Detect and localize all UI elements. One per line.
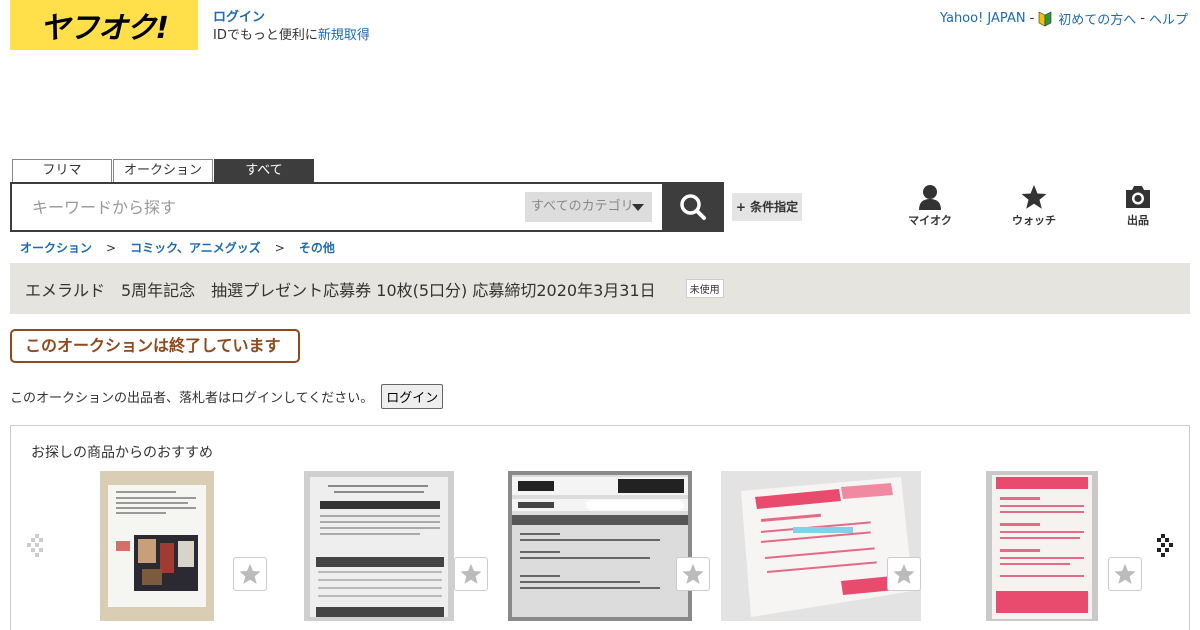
watch-star-button[interactable] <box>454 557 488 591</box>
login-link[interactable]: ログイン <box>213 10 265 25</box>
user-icon <box>919 185 941 210</box>
recommendation-title: お探しの商品からのおすすめ <box>31 445 213 461</box>
search-box: すべてのカテゴリ <box>10 182 664 232</box>
myauc-label: マイオク <box>908 214 952 227</box>
search-conditions-button[interactable]: + 条件指定 <box>732 193 802 221</box>
top-link-separator: - <box>1029 11 1035 26</box>
star-icon <box>682 563 704 584</box>
auction-ended-label: このオークションは終了しています <box>10 329 300 363</box>
login-area: ログイン IDでもっと便利に新規取得 <box>213 9 370 45</box>
star-icon <box>1114 563 1136 584</box>
recommendation-panel: お探しの商品からのおすすめ <box>10 425 1190 630</box>
yahuoku-logo[interactable]: ヤフオク! <box>10 0 198 50</box>
chevron-down-icon <box>632 204 644 211</box>
watch-star-button[interactable] <box>887 557 921 591</box>
breadcrumb-comic-anime-goods[interactable]: コミック、アニメグッズ <box>130 239 261 256</box>
carousel-next-icon[interactable] <box>1155 533 1175 559</box>
search-input[interactable] <box>12 184 522 230</box>
breadcrumb-other[interactable]: その他 <box>299 239 335 256</box>
watch-button[interactable]: ウォッチ <box>1004 184 1064 228</box>
sell-button[interactable]: 出品 <box>1108 184 1168 228</box>
beginner-mark-icon <box>1038 11 1052 26</box>
tab-all[interactable]: すべて <box>214 159 314 183</box>
search-tabs: フリマ オークション すべて <box>12 159 315 183</box>
watch-label: ウォッチ <box>1012 214 1056 227</box>
star-icon <box>893 563 915 584</box>
breadcrumb: オークション > コミック、アニメグッズ > その他 <box>20 239 335 256</box>
tab-auction[interactable]: オークション <box>113 159 213 183</box>
search-button[interactable] <box>662 182 724 232</box>
camera-icon <box>1126 186 1150 208</box>
item-thumbnail[interactable] <box>304 471 454 621</box>
login-notice: このオークションの出品者、落札者はログインしてください。 ログイン <box>10 384 444 409</box>
item-thumbnail[interactable] <box>100 471 214 621</box>
login-button[interactable]: ログイン <box>381 384 444 409</box>
tab-flima[interactable]: フリマ <box>12 159 112 183</box>
breadcrumb-separator: > <box>106 240 117 255</box>
help-link[interactable]: ヘルプ <box>1149 9 1188 28</box>
carousel-prev-icon[interactable] <box>25 533 45 559</box>
condition-badge: 未使用 <box>685 279 724 298</box>
top-links: Yahoo! JAPAN - 初めての方へ - ヘルプ <box>940 9 1188 28</box>
watch-star-button[interactable] <box>233 557 267 591</box>
breadcrumb-separator: > <box>274 240 285 255</box>
sell-label: 出品 <box>1127 214 1149 227</box>
breadcrumb-auction[interactable]: オークション <box>20 239 92 256</box>
login-notice-text: このオークションの出品者、落札者はログインしてください。 <box>10 391 374 406</box>
item-title: エメラルド 5周年記念 抽選プレゼント応募券 10枚(5口分) 応募締切2020… <box>25 280 656 300</box>
category-select[interactable]: すべてのカテゴリ <box>525 192 652 222</box>
category-select-value: すべてのカテゴリ <box>531 199 634 214</box>
star-icon <box>460 563 482 584</box>
top-link-separator: - <box>1140 11 1145 26</box>
watch-star-button[interactable] <box>1108 557 1142 591</box>
star-icon <box>239 563 261 584</box>
login-sub-text: IDでもっと便利に <box>213 28 318 43</box>
watch-star-button[interactable] <box>676 557 710 591</box>
item-thumbnail[interactable] <box>986 471 1098 621</box>
yahoo-japan-link[interactable]: Yahoo! JAPAN <box>940 11 1026 26</box>
star-icon <box>1021 185 1047 209</box>
item-thumbnail[interactable] <box>721 471 921 621</box>
beginner-link[interactable]: 初めての方へ <box>1058 9 1136 28</box>
register-link[interactable]: 新規取得 <box>318 28 370 43</box>
search-icon <box>680 194 706 220</box>
logo-text: ヤフオク! <box>39 11 169 46</box>
myauc-button[interactable]: マイオク <box>900 184 960 228</box>
item-title-bar: エメラルド 5周年記念 抽選プレゼント応募券 10枚(5口分) 応募締切2020… <box>10 263 1190 314</box>
item-thumbnail[interactable] <box>508 471 692 621</box>
